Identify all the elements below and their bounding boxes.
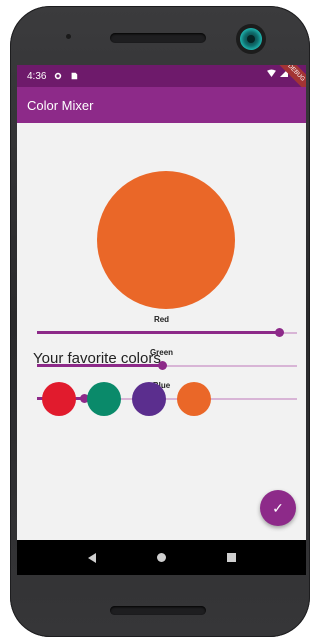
earpiece-speaker — [110, 33, 206, 43]
confirm-fab[interactable]: ✓ — [260, 490, 296, 526]
system-nav-bar — [17, 540, 306, 575]
favorite-swatches — [42, 382, 211, 416]
sd-card-icon — [72, 72, 78, 80]
color-preview-circle — [97, 171, 235, 309]
bottom-speaker — [110, 606, 206, 615]
page-title: Color Mixer — [27, 97, 94, 113]
screen: 4:36 DEBUG Color Mixer Red Green Blue Yo… — [17, 65, 306, 575]
status-bar: 4:36 DEBUG — [17, 65, 306, 98]
main-content: Red Green Blue — [17, 123, 306, 540]
favorites-title: Your favorite colors — [33, 350, 161, 367]
red-slider-label: Red — [153, 315, 170, 324]
front-sensor — [66, 34, 71, 39]
favorite-swatch-red[interactable] — [42, 382, 76, 416]
recents-icon[interactable] — [226, 553, 236, 562]
red-slider[interactable] — [37, 327, 297, 339]
favorite-swatch-green[interactable] — [87, 382, 121, 416]
home-icon[interactable] — [156, 553, 166, 562]
settings-icon — [55, 72, 62, 80]
front-camera — [236, 24, 266, 54]
check-icon: ✓ — [272, 499, 284, 516]
favorite-swatch-purple[interactable] — [132, 382, 166, 416]
red-slider-thumb[interactable] — [274, 328, 284, 337]
back-icon[interactable] — [87, 552, 96, 563]
app-bar: Color Mixer — [17, 87, 306, 123]
status-time: 4:36 — [27, 70, 47, 82]
favorite-swatch-orange[interactable] — [177, 382, 211, 416]
wifi-icon — [267, 69, 276, 77]
